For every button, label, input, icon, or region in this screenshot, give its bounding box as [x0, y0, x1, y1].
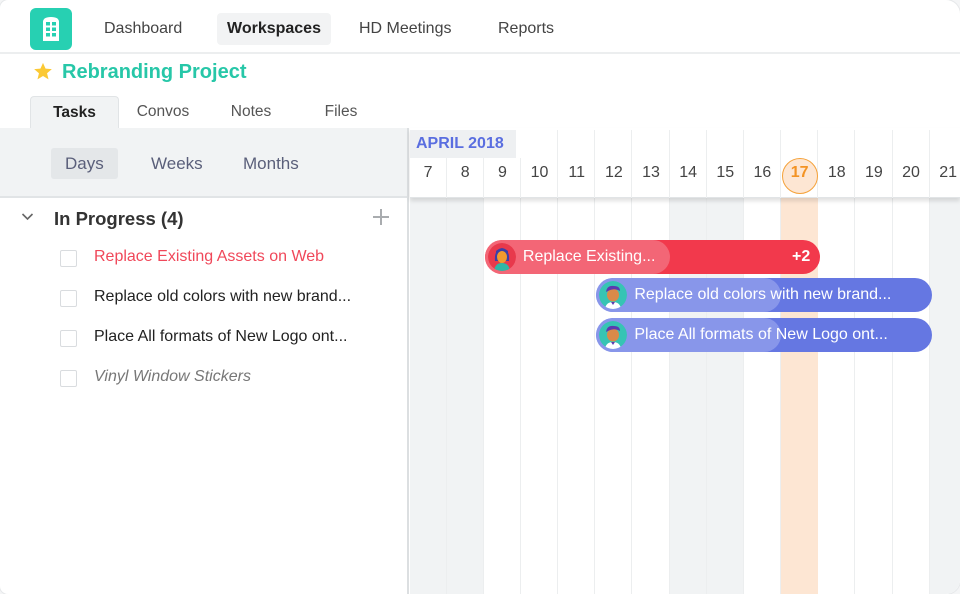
day-column: [929, 198, 960, 594]
day-number[interactable]: 19: [855, 164, 892, 182]
day-number[interactable]: 20: [893, 164, 930, 182]
task-checkbox[interactable]: [60, 330, 77, 347]
day-number[interactable]: 18: [818, 164, 855, 182]
task-row[interactable]: Replace Existing Assets on Web: [0, 238, 407, 278]
scale-days-button[interactable]: Days: [51, 148, 118, 179]
bar-label: Replace old colors with new brand...: [634, 286, 892, 303]
day-number[interactable]: 9: [484, 164, 521, 182]
nav-workspaces[interactable]: Workspaces: [217, 13, 331, 45]
day-column: [409, 198, 447, 594]
task-label[interactable]: Replace old colors with new brand...: [94, 288, 351, 306]
gantt-task-bar[interactable]: Replace Existing... +2: [484, 240, 821, 274]
top-nav: Dashboard Workspaces HD Meetings Reports: [0, 0, 960, 54]
day-number[interactable]: 12: [595, 164, 632, 182]
nav-hd-meetings[interactable]: HD Meetings: [349, 13, 461, 45]
tab-convos[interactable]: Convos: [124, 96, 202, 129]
day-number[interactable]: 8: [447, 164, 484, 182]
timescale-switcher: Days Weeks Months: [0, 128, 407, 198]
bar-label: Replace Existing...: [522, 248, 656, 265]
scale-weeks-button[interactable]: Weeks: [137, 148, 217, 179]
day-number[interactable]: 21: [930, 164, 960, 182]
task-label[interactable]: Replace Existing Assets on Web: [94, 248, 324, 266]
group-in-progress: In Progress (4): [0, 200, 407, 240]
chevron-down-icon[interactable]: [21, 212, 34, 221]
task-checkbox[interactable]: [60, 370, 77, 387]
day-number[interactable]: 10: [521, 164, 558, 182]
day-column: [893, 198, 930, 594]
task-row[interactable]: Replace old colors with new brand...: [0, 278, 407, 318]
gantt-chart: Replace Existing... +2 Replace old colors …: [409, 128, 960, 594]
bar-label: Place All formats of New Logo ont...: [634, 326, 888, 343]
day-number[interactable]: 7: [410, 164, 447, 182]
tab-notes[interactable]: Notes: [216, 96, 286, 129]
task-checkbox[interactable]: [60, 290, 77, 307]
day-column: [855, 198, 893, 594]
woman-avatar[interactable]: [487, 243, 516, 271]
nav-reports[interactable]: Reports: [488, 13, 564, 45]
day-column: [818, 198, 856, 594]
project-title: Rebranding Project: [62, 61, 247, 83]
app-window: Dashboard Workspaces HD Meetings Reports…: [0, 0, 960, 594]
month-label: APRIL 2018: [410, 130, 516, 158]
app-logo[interactable]: [30, 8, 72, 50]
building-icon: [43, 17, 59, 41]
gantt-task-bar[interactable]: Place All formats of New Logo ont...: [596, 318, 932, 352]
day-column: [446, 198, 484, 594]
tab-files[interactable]: Files: [306, 96, 376, 129]
day-number[interactable]: 16: [744, 164, 781, 182]
day-number[interactable]: 13: [633, 164, 670, 182]
gantt-task-bar[interactable]: Replace old colors with new brand...: [596, 278, 932, 312]
task-row[interactable]: Vinyl Window Stickers: [0, 358, 407, 398]
scale-months-button[interactable]: Months: [229, 148, 313, 179]
extra-assignees-count[interactable]: +2: [792, 248, 810, 266]
task-list-panel: Days Weeks Months In Progress (4) Replac…: [0, 128, 409, 594]
day-number[interactable]: 11: [558, 164, 595, 182]
nav-dashboard[interactable]: Dashboard: [94, 13, 192, 45]
task-checkbox[interactable]: [60, 250, 77, 267]
day-number[interactable]: 15: [707, 164, 744, 182]
add-task-icon[interactable]: [372, 208, 390, 226]
day-number[interactable]: 17: [781, 164, 818, 182]
day-number[interactable]: 14: [670, 164, 707, 182]
project-tabs: Tasks Convos Notes Files: [0, 96, 960, 129]
star-icon[interactable]: [33, 62, 53, 81]
tab-tasks[interactable]: Tasks: [30, 96, 119, 129]
task-row[interactable]: Place All formats of New Logo ont...: [0, 318, 407, 358]
task-label[interactable]: Vinyl Window Stickers: [94, 368, 251, 386]
task-label[interactable]: Place All formats of New Logo ont...: [94, 328, 347, 346]
group-title: In Progress (4): [54, 208, 184, 229]
gantt-date-header: APRIL 2018 7 8 9 10 11 12 13 14 15 16 17 18 19 20 21: [410, 128, 960, 198]
